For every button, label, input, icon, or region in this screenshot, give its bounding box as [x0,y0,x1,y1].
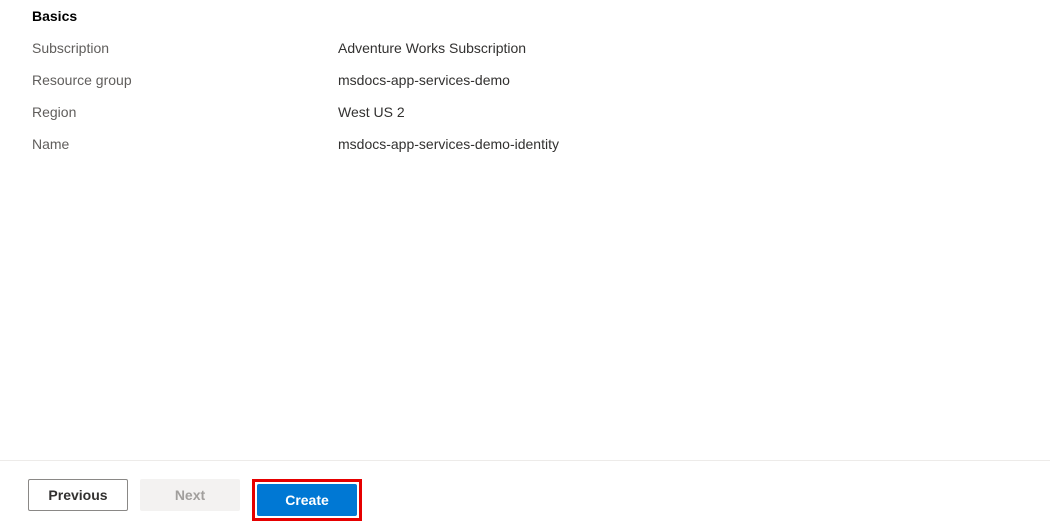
wizard-footer: Previous Next Create [0,460,1050,525]
property-row: Subscription Adventure Works Subscriptio… [32,38,1018,58]
property-value-resource-group: msdocs-app-services-demo [338,70,510,90]
section-heading-basics: Basics [32,8,1018,24]
review-summary: Basics Subscription Adventure Works Subs… [0,0,1050,154]
property-row: Region West US 2 [32,102,1018,122]
property-value-subscription: Adventure Works Subscription [338,38,526,58]
property-label-subscription: Subscription [32,38,338,58]
next-button: Next [140,479,240,511]
create-button-highlight: Create [252,479,362,521]
previous-button[interactable]: Previous [28,479,128,511]
property-label-name: Name [32,134,338,154]
property-row: Resource group msdocs-app-services-demo [32,70,1018,90]
property-value-name: msdocs-app-services-demo-identity [338,134,559,154]
create-button[interactable]: Create [257,484,357,516]
property-label-region: Region [32,102,338,122]
property-value-region: West US 2 [338,102,405,122]
property-row: Name msdocs-app-services-demo-identity [32,134,1018,154]
property-label-resource-group: Resource group [32,70,338,90]
